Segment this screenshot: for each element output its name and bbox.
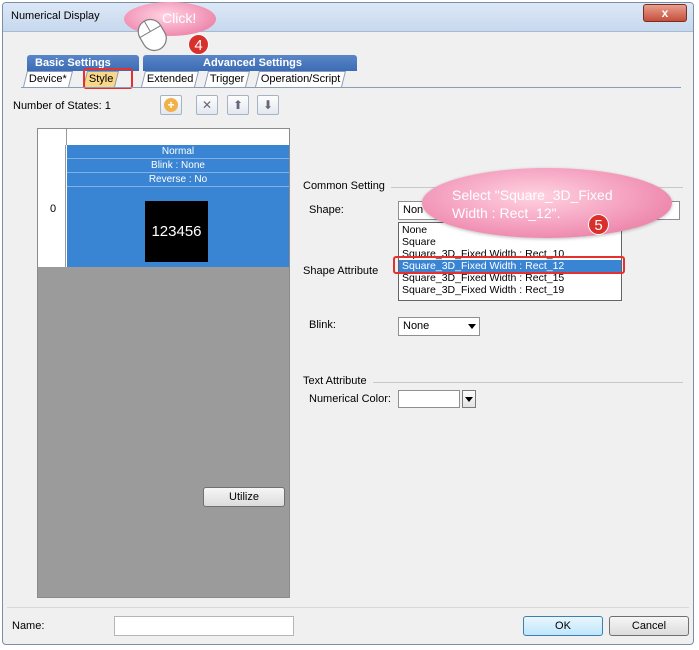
numerical-display-dialog: Numerical Display x Basic Settings Advan… xyxy=(2,2,694,645)
style-tab-highlight xyxy=(83,68,133,89)
tab-device[interactable]: Device* xyxy=(23,71,73,87)
name-label: Name: xyxy=(12,620,45,632)
shape-label: Shape: xyxy=(309,204,344,216)
move-down-icon: ⬇ xyxy=(262,98,274,112)
text-attribute-header: Text Attribute xyxy=(303,375,373,387)
numerical-color-label: Numerical Color: xyxy=(309,393,391,405)
tab-operation-script-label: Operation/Script xyxy=(260,73,341,85)
numerical-color-swatch[interactable] xyxy=(398,390,460,408)
blink-label: Blink: xyxy=(309,319,336,331)
chevron-down-icon xyxy=(468,324,476,329)
shape-select-value: Non xyxy=(403,204,424,216)
move-state-down-button[interactable]: ⬇ xyxy=(257,95,279,115)
state-reverse-line: Reverse : No xyxy=(67,173,289,187)
chevron-down-icon xyxy=(465,397,473,402)
state-blink-line: Blink : None xyxy=(67,159,289,173)
tab-trigger-label: Trigger xyxy=(209,73,245,85)
delete-state-button[interactable]: ✕ xyxy=(196,95,218,115)
title-bar: Numerical Display x xyxy=(3,3,693,32)
number-of-states-label: Number of States: 1 xyxy=(13,100,111,112)
numeric-preview: 123456 xyxy=(145,201,208,262)
tab-operation-script[interactable]: Operation/Script xyxy=(255,71,347,87)
tab-extended-label: Extended xyxy=(146,73,194,85)
blink-select[interactable]: None xyxy=(398,317,480,336)
tab-baseline xyxy=(21,87,681,88)
select-callout-text: Select "Square_3D_Fixed Width : Rect_12"… xyxy=(452,187,613,221)
add-state-button[interactable]: + xyxy=(160,95,182,115)
blink-select-value: None xyxy=(403,320,430,332)
state-index: 0 xyxy=(50,203,57,215)
advanced-settings-group: Advanced Settings xyxy=(143,55,357,71)
selected-option-highlight xyxy=(393,256,625,274)
tab-trigger[interactable]: Trigger xyxy=(204,71,251,87)
add-icon: + xyxy=(164,98,178,112)
window-title: Numerical Display xyxy=(11,10,100,22)
close-button[interactable]: x xyxy=(643,4,687,22)
tab-extended[interactable]: Extended xyxy=(141,71,200,87)
states-grid: 0 Normal Blink : None Reverse : No 12345… xyxy=(37,128,290,598)
shape-attribute-header: Shape Attribute xyxy=(303,265,385,277)
move-state-up-button[interactable]: ⬆ xyxy=(227,95,249,115)
step-5-badge: 5 xyxy=(588,214,609,235)
state-index-cell: 0 xyxy=(38,145,66,267)
utilize-button[interactable]: Utilize xyxy=(203,487,285,507)
cancel-button[interactable]: Cancel xyxy=(609,616,689,636)
tab-device-label: Device* xyxy=(28,73,67,85)
common-setting-header: Common Setting xyxy=(303,180,391,192)
numerical-color-dropdown-button[interactable] xyxy=(462,390,476,408)
state-row[interactable]: 0 Normal Blink : None Reverse : No 12345… xyxy=(38,145,289,267)
state-detail-cell[interactable]: Normal Blink : None Reverse : No 123456 xyxy=(67,145,289,267)
name-input[interactable] xyxy=(114,616,294,636)
select-callout: Select "Square_3D_Fixed Width : Rect_12"… xyxy=(422,168,672,238)
column-separator xyxy=(66,129,67,145)
state-status-line: Normal xyxy=(67,145,289,159)
shape-option-square[interactable]: Square xyxy=(399,236,621,248)
delete-icon: ✕ xyxy=(201,98,213,112)
step-4-badge: 4 xyxy=(188,34,209,55)
footer-separator xyxy=(7,607,689,608)
mouse-icon xyxy=(137,18,167,52)
ok-button[interactable]: OK xyxy=(523,616,603,636)
states-grid-header xyxy=(38,129,289,146)
shape-option-rect-19[interactable]: Square_3D_Fixed Width : Rect_19 xyxy=(399,284,621,296)
move-up-icon: ⬆ xyxy=(232,98,244,112)
